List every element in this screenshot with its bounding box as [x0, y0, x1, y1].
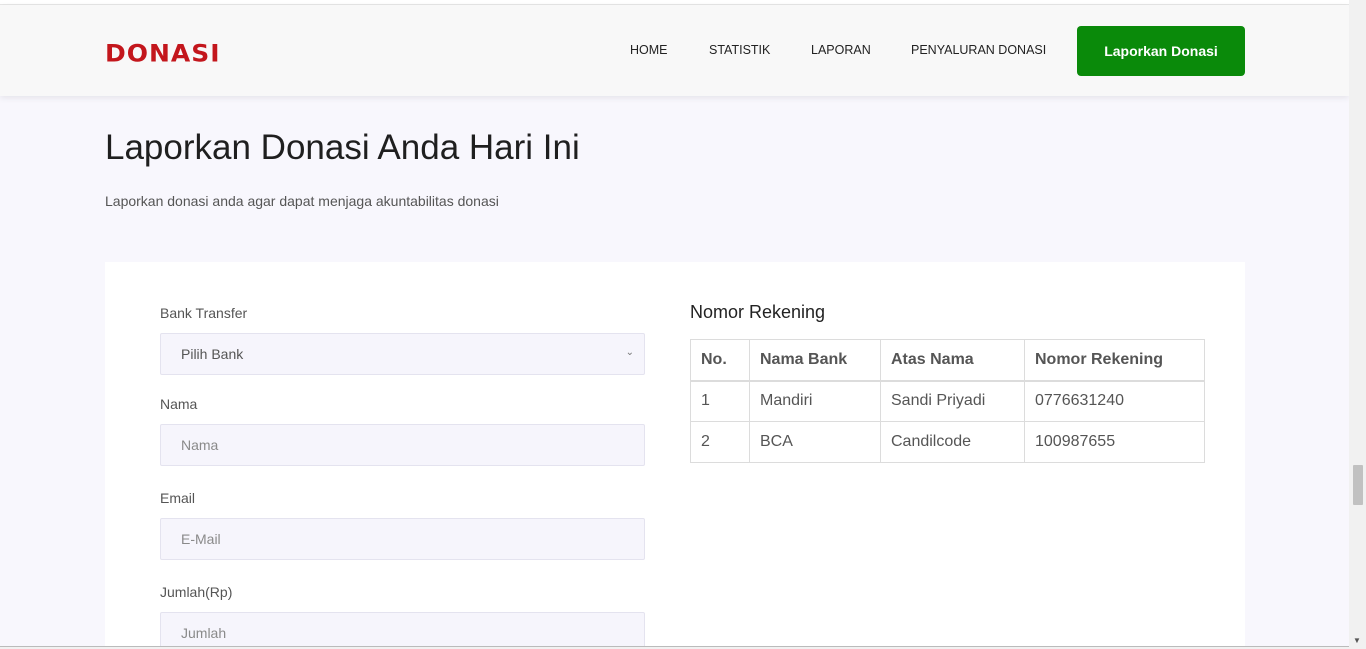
email-label: Email	[160, 490, 196, 506]
nav-home[interactable]: HOME	[630, 43, 668, 57]
cell-nomor-rekening: 0776631240	[1024, 380, 1205, 422]
cell-no: 1	[690, 380, 750, 422]
bank-transfer-label: Bank Transfer	[160, 305, 248, 321]
cell-atas-nama: Candilcode	[880, 421, 1025, 463]
rekening-table: No. Nama Bank Atas Nama Nomor Rekening 1…	[690, 339, 1205, 463]
cell-no: 2	[690, 421, 750, 463]
donation-form-card: Bank Transfer Pilih Bank ⌄ Nama Nama Ema…	[105, 262, 1245, 649]
jumlah-input[interactable]: Jumlah	[160, 612, 645, 649]
page-title: Laporkan Donasi Anda Hari Ini	[105, 128, 580, 167]
column-header-no: No.	[690, 339, 750, 382]
cell-nomor-rekening: 100987655	[1024, 421, 1205, 463]
navbar: DONASI HOME STATISTIK LAPORAN PENYALURAN…	[0, 5, 1349, 96]
cell-nama-bank: Mandiri	[749, 380, 881, 422]
page-subtitle: Laporkan donasi anda agar dapat menjaga …	[105, 193, 499, 209]
nama-input[interactable]: Nama	[160, 424, 645, 466]
jumlah-label: Jumlah(Rp)	[160, 584, 233, 600]
column-header-atas-nama: Atas Nama	[880, 339, 1025, 382]
cell-atas-nama: Sandi Priyadi	[880, 380, 1025, 422]
column-header-nomor-rekening: Nomor Rekening	[1024, 339, 1205, 382]
column-header-nama-bank: Nama Bank	[749, 339, 881, 382]
nomor-rekening-title: Nomor Rekening	[690, 302, 826, 322]
laporkan-donasi-button[interactable]: Laporkan Donasi	[1077, 26, 1245, 76]
table-header-row: No. Nama Bank Atas Nama Nomor Rekening	[690, 339, 1205, 382]
bank-select-value: Pilih Bank	[181, 346, 244, 362]
nav-statistik[interactable]: STATISTIK	[709, 43, 770, 57]
table-row: 2 BCA Candilcode 100987655	[690, 421, 1205, 463]
cell-nama-bank: BCA	[749, 421, 881, 463]
arrow-down-icon[interactable]: ▼	[1353, 636, 1361, 645]
page-scrollbar[interactable]: ▼	[1349, 0, 1366, 649]
site-logo[interactable]: DONASI	[105, 40, 221, 68]
bank-select[interactable]: Pilih Bank ⌄	[160, 333, 645, 375]
nama-label: Nama	[160, 396, 198, 412]
chevron-down-icon: ⌄	[625, 347, 634, 358]
nav-penyaluran-donasi[interactable]: PENYALURAN DONASI	[911, 43, 1046, 57]
table-row: 1 Mandiri Sandi Priyadi 0776631240	[690, 380, 1205, 422]
email-input[interactable]: E-Mail	[160, 518, 645, 560]
nav-laporan[interactable]: LAPORAN	[811, 43, 871, 57]
scrollbar-thumb[interactable]	[1353, 465, 1363, 505]
